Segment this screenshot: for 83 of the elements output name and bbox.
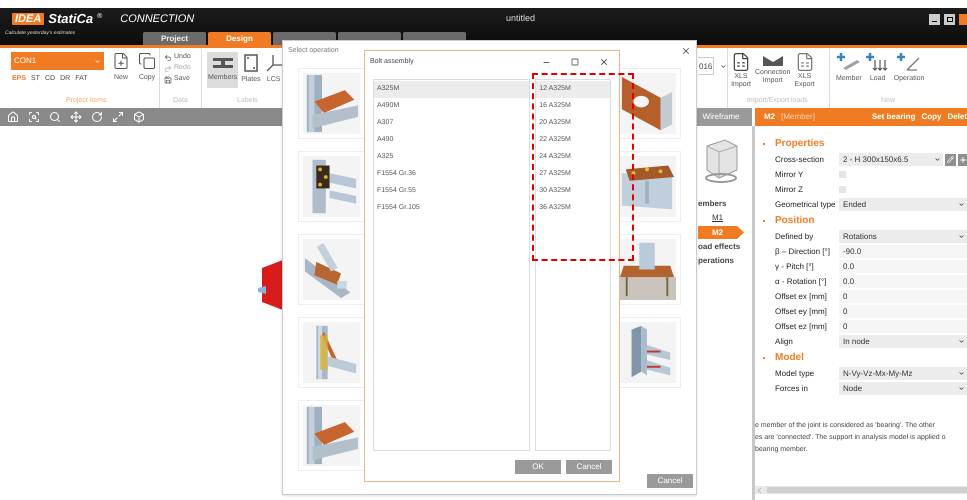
property-label: Align [775, 336, 794, 348]
dropdown-icon [720, 62, 728, 70]
navigator-item[interactable]: perations [690, 255, 752, 267]
property-field[interactable]: 0 [839, 290, 967, 303]
navigator-item[interactable]: oad effects [690, 241, 752, 253]
checkbox[interactable] [839, 186, 846, 193]
property-label: Offset ex [mm] [775, 290, 828, 302]
property-dropdown[interactable]: 2 - H 300x150x6.5 [839, 153, 943, 166]
property-field[interactable]: 0.0 [839, 260, 967, 273]
add-load-icon [866, 52, 890, 72]
horizontal-scrollbar[interactable] [755, 486, 967, 494]
close-icon[interactable] [681, 46, 691, 56]
ribbon-tab[interactable]: Project [143, 32, 206, 45]
property-label: Model type [775, 368, 816, 380]
redo-icon [164, 64, 172, 72]
property-label: Mirror Z [775, 184, 804, 196]
property-field[interactable]: 0 [839, 305, 967, 318]
axes-icon [264, 54, 283, 72]
property-label: Forces in [775, 382, 809, 394]
pencil-icon [947, 156, 954, 163]
dropdown-icon [958, 233, 965, 240]
close-icon[interactable] [599, 57, 609, 67]
section-title: Properties [775, 137, 824, 151]
section-title: Position [775, 214, 814, 228]
dropdown-icon [958, 201, 965, 208]
search-icon[interactable] [49, 111, 61, 123]
save-icon [164, 76, 172, 84]
logo: IDEA [12, 13, 44, 25]
scroll-left-icon[interactable] [758, 488, 761, 492]
section-title: Model [775, 351, 804, 365]
property-dropdown[interactable]: In node [839, 335, 967, 348]
window-title: untitled [506, 12, 536, 26]
move-icon[interactable] [70, 111, 82, 123]
property-label: Offset ez [mm] [775, 320, 828, 332]
dropdown-icon [958, 370, 965, 377]
product-name: CONNECTION [120, 12, 194, 27]
property-label: α - Rotation [°] [775, 276, 828, 288]
undo-icon [164, 54, 172, 62]
property-field[interactable]: 0.0 [839, 275, 967, 288]
copy-icon [138, 52, 156, 70]
plus-icon [958, 156, 966, 164]
close-button[interactable] [959, 14, 967, 24]
add-button[interactable] [958, 154, 967, 166]
fit-icon[interactable] [112, 111, 124, 123]
dropdown-icon [934, 156, 941, 163]
cube-icon[interactable] [703, 138, 739, 184]
plate-icon [244, 54, 258, 72]
dropdown-icon [958, 385, 965, 392]
property-dropdown[interactable]: N-Vy-Vz-Mx-My-Mz [839, 367, 967, 380]
spreadsheet-icon [731, 52, 751, 72]
minimize-button[interactable] [929, 14, 940, 24]
property-dropdown[interactable]: Node [839, 382, 967, 395]
panel-title: M2 [764, 111, 776, 123]
property-label: β – Direction [°] [775, 246, 831, 258]
new-file-icon [112, 52, 130, 70]
property-field[interactable]: 0 [839, 320, 967, 333]
property-label: γ - Pitch [°] [775, 260, 815, 272]
dropdown-icon [94, 58, 101, 64]
edit-button[interactable] [945, 154, 956, 166]
property-label: Cross-section [775, 154, 825, 166]
add-member-icon [836, 52, 861, 72]
brand-name: StatiCa [48, 10, 94, 28]
maximize-icon[interactable] [571, 58, 579, 66]
property-dropdown[interactable]: Rotations [839, 230, 967, 243]
navigator-item[interactable]: embers [690, 198, 752, 210]
zoom-window-icon[interactable] [28, 111, 40, 123]
panel-subtitle: [Member] [781, 111, 815, 123]
checkbox[interactable] [839, 171, 846, 178]
add-operation-icon [897, 52, 922, 72]
property-label: Defined by [775, 230, 814, 242]
navigator-item[interactable]: M1 [712, 212, 752, 224]
maximize-button[interactable] [944, 14, 955, 24]
rotate-icon[interactable] [91, 111, 103, 123]
spreadsheet-icon [794, 52, 815, 72]
property-dropdown[interactable]: Ended [839, 198, 967, 211]
block-icon[interactable] [133, 111, 145, 123]
property-label: Mirror Y [775, 168, 804, 180]
property-field[interactable]: -90.0 [839, 245, 967, 258]
property-label: Geometrical type [775, 198, 836, 210]
beam-icon [212, 56, 234, 70]
property-label: Offset ey [mm] [775, 306, 828, 318]
dropdown-icon [958, 338, 965, 345]
home-icon[interactable] [7, 111, 19, 123]
